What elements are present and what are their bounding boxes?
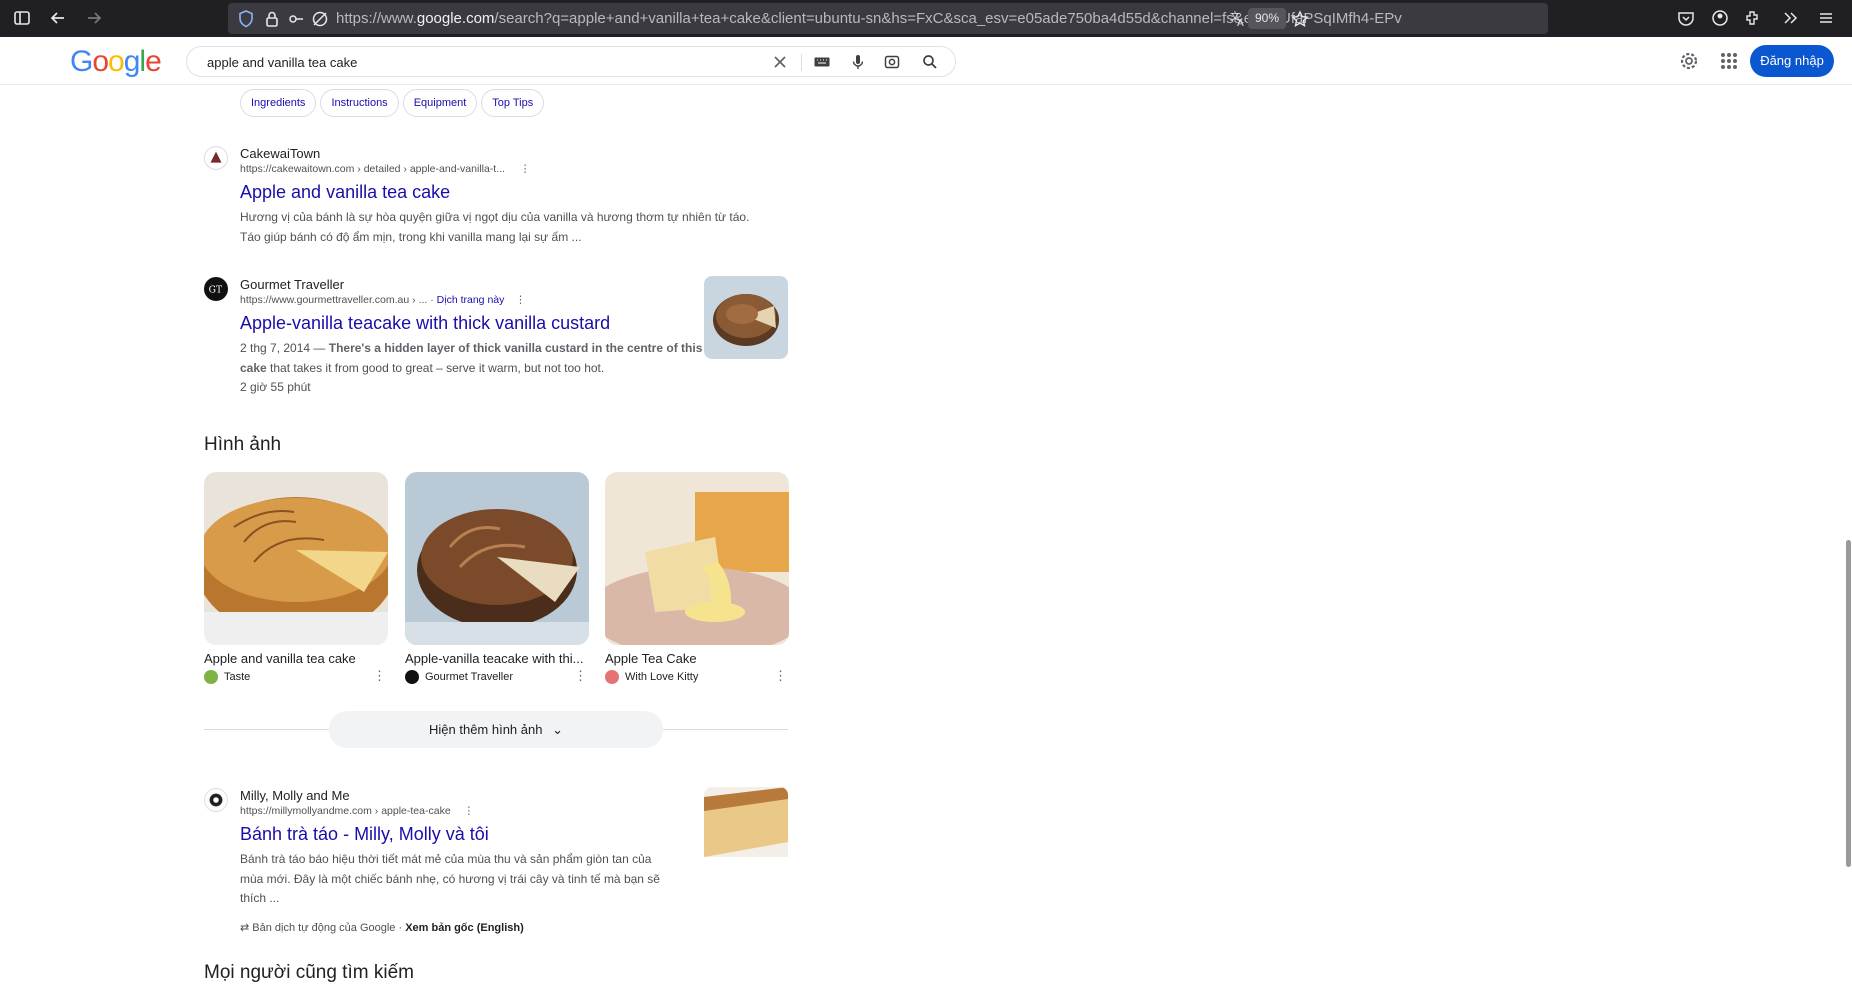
images-heading: Hình ảnh (204, 434, 282, 455)
chip-ingredients[interactable]: Ingredients (240, 89, 317, 117)
menu-icon[interactable] (1816, 8, 1836, 28)
clear-icon[interactable] (771, 53, 789, 71)
shield-icon[interactable] (236, 9, 256, 29)
more-options-icon[interactable]: ⋮ (464, 805, 475, 817)
tracking-protection-icon[interactable] (310, 9, 330, 29)
lens-icon[interactable] (883, 53, 901, 71)
search-box[interactable] (186, 46, 956, 77)
more-options-icon[interactable]: ⋮ (373, 669, 386, 682)
permissions-icon[interactable] (286, 9, 306, 29)
more-options-icon[interactable]: ⋮ (574, 669, 587, 682)
translate-icon: ⇄ (240, 922, 250, 934)
result-title-link[interactable]: Apple and vanilla tea cake (240, 182, 450, 203)
translation-note: ⇄ Bản dịch tự động của Google · Xem bản … (240, 922, 524, 934)
more-options-icon[interactable]: ⋮ (774, 669, 787, 682)
image-thumbnail[interactable] (605, 472, 789, 645)
sidebar-toggle-icon[interactable] (12, 8, 32, 28)
source-logo-icon (204, 670, 218, 684)
image-card[interactable]: Apple-vanilla teacake with thi... Gourme… (405, 472, 589, 684)
result-snippet: Bánh trà táo báo hiệu thời tiết mát mẻ c… (240, 852, 660, 905)
result-url[interactable]: https://millymollyandme.com › apple-tea-… (240, 805, 474, 817)
image-card[interactable]: Apple Tea Cake With Love Kitty ⋮ (605, 472, 789, 684)
browser-toolbar: https://www.google.com/search?q=apple+an… (0, 0, 1852, 37)
apps-grid-icon[interactable] (1718, 50, 1740, 72)
image-caption[interactable]: Apple and vanilla tea cake (204, 651, 388, 666)
site-favicon-icon (204, 146, 228, 170)
translate-icon[interactable]: 文A (1228, 9, 1248, 29)
lock-icon[interactable] (262, 9, 282, 29)
site-name: Milly, Molly and Me (240, 788, 350, 803)
site-name: Gourmet Traveller (240, 277, 345, 292)
search-icon[interactable] (921, 53, 939, 71)
chip-instructions[interactable]: Instructions (320, 89, 399, 117)
microphone-icon[interactable] (849, 53, 867, 71)
more-tools-icon[interactable] (1780, 8, 1800, 28)
source-logo-icon (405, 670, 419, 684)
page-scrollbar[interactable] (1846, 540, 1851, 867)
pocket-icon[interactable] (1676, 8, 1696, 28)
site-favicon-icon: GT (204, 277, 228, 301)
image-card[interactable]: Apple and vanilla tea cake Taste ⋮ (204, 472, 388, 684)
forward-icon[interactable] (84, 8, 104, 28)
image-thumbnail[interactable] (204, 472, 388, 645)
search-input[interactable] (205, 54, 705, 71)
source-logo-icon (605, 670, 619, 684)
image-caption[interactable]: Apple-vanilla teacake with thi... (405, 651, 589, 666)
result-title-link[interactable]: Bánh trà táo - Milly, Molly và tôi (240, 824, 489, 845)
result-snippet: Hương vị của bánh là sự hòa quyện giữa v… (240, 210, 750, 244)
account-icon[interactable] (1710, 8, 1730, 28)
result-thumbnail[interactable] (704, 787, 788, 870)
site-favicon-icon (204, 788, 228, 812)
keyboard-icon[interactable] (813, 53, 831, 71)
view-original-link[interactable]: Xem bản gốc (English) (405, 922, 524, 934)
result-title-link[interactable]: Apple-vanilla teacake with thick vanilla… (240, 313, 610, 334)
recipe-chips: Ingredients Instructions Equipment Top Tips (240, 89, 548, 117)
svg-text:GT: GT (209, 285, 223, 296)
result-thumbnail[interactable] (704, 276, 788, 359)
address-bar[interactable]: https://www.google.com/search?q=apple+an… (228, 3, 1548, 34)
people-also-search-heading: Mọi người cũng tìm kiếm (204, 962, 414, 983)
svg-text:A: A (1237, 18, 1244, 29)
more-options-icon[interactable]: ⋮ (515, 294, 526, 306)
extensions-icon[interactable] (1744, 8, 1764, 28)
chip-top-tips[interactable]: Top Tips (481, 89, 545, 117)
result-url[interactable]: https://www.gourmettraveller.com.au › ..… (240, 294, 526, 306)
google-header: Google Đăng nhập (0, 37, 1852, 85)
image-thumbnail[interactable] (405, 472, 589, 645)
chip-equipment[interactable]: Equipment (402, 89, 478, 117)
zoom-level[interactable]: 90% (1248, 8, 1286, 29)
site-name: CakewaiTown (240, 146, 321, 161)
search-result: CakewaiTown https://cakewaitown.com › de… (204, 146, 794, 246)
bookmark-star-icon[interactable] (1290, 9, 1310, 29)
result-url[interactable]: https://cakewaitown.com › detailed › app… (240, 163, 530, 175)
divider (801, 54, 802, 71)
image-source: Taste ⋮ (204, 669, 388, 684)
more-options-icon[interactable]: ⋮ (520, 163, 531, 175)
translate-page-link[interactable]: Dịch trang này (437, 294, 505, 306)
result-snippet: 2 thg 7, 2014 — There's a hidden layer o… (240, 341, 703, 394)
image-caption[interactable]: Apple Tea Cake (605, 651, 789, 666)
image-source: With Love Kitty ⋮ (605, 669, 789, 684)
show-more-images-button[interactable]: Hiện thêm hình ảnh ⌄ (329, 711, 663, 748)
back-icon[interactable] (48, 8, 68, 28)
chevron-down-icon: ⌄ (552, 722, 563, 737)
google-logo[interactable]: Google (70, 45, 162, 79)
settings-gear-icon[interactable] (1678, 50, 1700, 72)
sign-in-button[interactable]: Đăng nhập (1750, 45, 1834, 77)
image-source: Gourmet Traveller ⋮ (405, 669, 589, 684)
